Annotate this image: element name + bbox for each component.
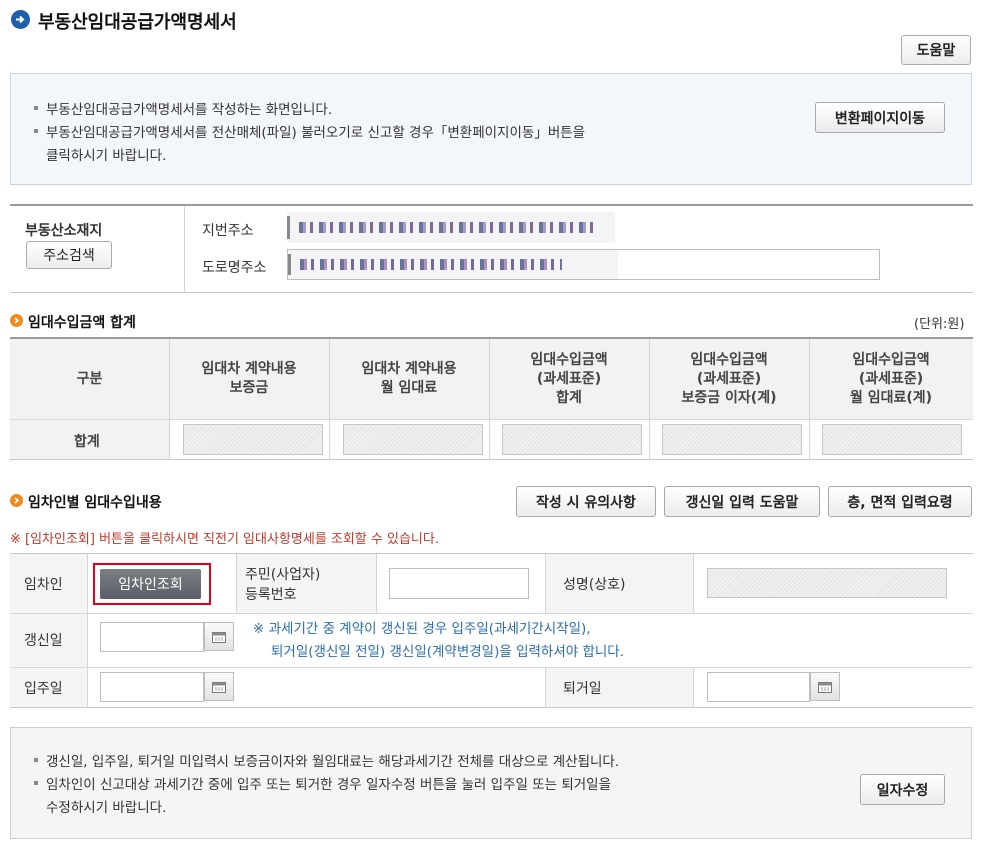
header-monthly-rent: 임대차 계약내용 월 임대료 bbox=[361, 361, 457, 396]
move-out-date-label: 퇴거일 bbox=[563, 681, 602, 697]
move-in-date-input[interactable] bbox=[100, 672, 204, 702]
section-bullet-icon bbox=[10, 314, 23, 327]
convert-page-button[interactable]: 변환페이지이동 bbox=[815, 102, 945, 133]
tenant-label: 임차인 bbox=[24, 577, 63, 593]
total-deposit-interest-field bbox=[662, 424, 802, 455]
unit-label: (단위:원) bbox=[914, 317, 965, 332]
intro-line-2b: 클릭하시기 바랍니다. bbox=[46, 148, 167, 164]
tenant-lookup-notice: ※ [임차인조회] 버튼을 클릭하시면 직전기 임대사항명세를 조회할 수 있습… bbox=[10, 532, 439, 547]
total-section-title: 임대수입금액 합계 bbox=[28, 315, 136, 331]
move-out-date-input[interactable] bbox=[707, 672, 810, 702]
section-bullet-icon bbox=[10, 494, 23, 507]
arrow-right-icon bbox=[11, 10, 30, 29]
tenant-section-title: 임차인별 임대수입내용 bbox=[28, 495, 162, 511]
help-button[interactable]: 도움말 bbox=[901, 35, 971, 65]
renewal-help-button[interactable]: 갱신일 입력 도움말 bbox=[664, 486, 820, 517]
intro-line-1: 부동산임대공급가액명세서를 작성하는 화면입니다. bbox=[34, 98, 332, 118]
id-number-label-2: 등록번호 bbox=[245, 587, 297, 603]
renewal-date-label: 갱신일 bbox=[24, 633, 63, 649]
bottom-info-line-2: 임차인이 신고대상 과세기간 중에 입주 또는 퇴거한 경우 일자수정 버튼을 … bbox=[34, 773, 611, 793]
header-category: 구분 bbox=[76, 370, 103, 387]
address-search-button[interactable]: 주소검색 bbox=[26, 241, 112, 269]
header-taxable-total: 임대수입금액 (과세표준) 합계 bbox=[530, 351, 608, 406]
caution-button[interactable]: 작성 시 유의사항 bbox=[516, 486, 656, 517]
fix-date-button[interactable]: 일자수정 bbox=[860, 774, 945, 805]
lot-address-field bbox=[287, 212, 615, 243]
total-row-label: 합계 bbox=[74, 434, 100, 450]
calendar-icon[interactable] bbox=[810, 672, 840, 701]
renewal-note-line-1: ※ 과세기간 중 계약이 갱신된 경우 입주일(과세기간시작일), bbox=[253, 621, 591, 637]
id-number-input[interactable] bbox=[389, 568, 529, 599]
header-deposit: 임대차 계약내용 보증금 bbox=[201, 361, 297, 396]
move-in-date-label: 입주일 bbox=[24, 681, 63, 697]
name-field bbox=[707, 568, 947, 598]
bottom-info-line-1: 갱신일, 입주일, 퇴거일 미입력시 보증금이자와 월임대료는 해당과세기간 전… bbox=[34, 750, 619, 770]
bottom-info-line-2b: 수정하시기 바랍니다. bbox=[46, 800, 167, 816]
page-title: 부동산임대공급가액명세서 bbox=[38, 12, 237, 33]
header-deposit-interest: 임대수입금액 (과세표준) 보증금 이자(계) bbox=[681, 351, 777, 406]
total-monthly-rent-sum-field bbox=[822, 424, 962, 455]
address-label: 부동산소재지 bbox=[25, 223, 103, 239]
id-number-label-1: 주민(사업자) bbox=[245, 567, 321, 583]
header-monthly-rent-total: 임대수입금액 (과세표준) 월 임대료(계) bbox=[849, 351, 933, 406]
total-deposit-field bbox=[183, 424, 323, 455]
total-monthly-rent-field bbox=[343, 424, 483, 455]
calendar-icon[interactable] bbox=[204, 672, 234, 701]
lot-address-label: 지번주소 bbox=[202, 223, 254, 239]
tenant-lookup-button[interactable]: 임차인조회 bbox=[100, 569, 201, 599]
renewal-note-line-2: 퇴거일(갱신일 전일) 갱신일(계약변경일)을 입력하셔야 합니다. bbox=[271, 644, 625, 660]
intro-line-2: 부동산임대공급가액명세서를 전산매체(파일) 불러오기로 신고할 경우「변환페이… bbox=[34, 121, 585, 141]
road-address-label: 도로명주소 bbox=[202, 260, 267, 276]
calendar-icon[interactable] bbox=[204, 622, 234, 651]
road-address-field[interactable] bbox=[287, 249, 880, 280]
floor-area-guide-button[interactable]: 층, 면적 입력요령 bbox=[828, 486, 972, 517]
name-label: 성명(상호) bbox=[563, 577, 626, 593]
renewal-date-input[interactable] bbox=[100, 622, 204, 652]
total-taxable-sum-field bbox=[502, 424, 642, 455]
